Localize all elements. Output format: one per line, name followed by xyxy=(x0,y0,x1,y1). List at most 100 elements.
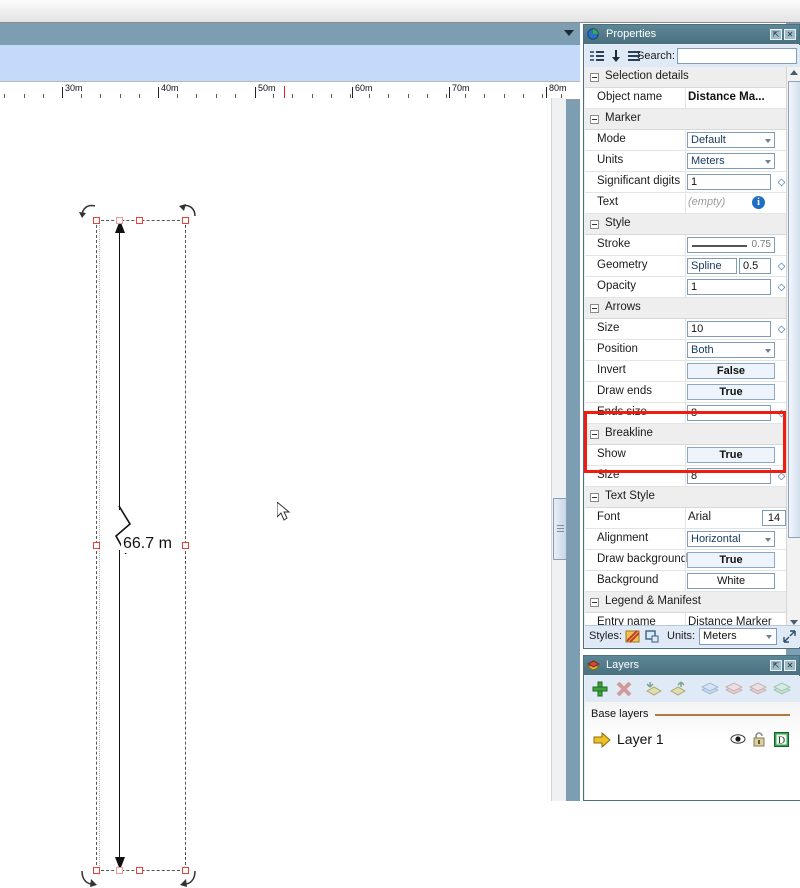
collapse-expander-icon[interactable] xyxy=(590,115,599,124)
property-value-cell[interactable]: 8 ◇ xyxy=(686,403,787,423)
property-value-cell[interactable]: Meters xyxy=(686,151,787,171)
distance-marker-object[interactable]: 66.7 m xyxy=(0,98,566,887)
units-select[interactable]: Meters xyxy=(699,628,777,645)
property-secondary-input[interactable]: 0.5 xyxy=(739,258,771,274)
properties-panel-titlebar[interactable]: Properties ⇱ ✕ xyxy=(584,25,799,44)
property-value-cell[interactable]: Distance Ma... xyxy=(686,88,787,108)
property-input[interactable]: 8 xyxy=(687,468,771,484)
property-value-cell[interactable]: 1 ◇ xyxy=(686,172,787,192)
merge-layer-icon[interactable] xyxy=(773,682,791,696)
chevron-down-icon[interactable] xyxy=(765,538,771,542)
properties-scrollbar-thumb[interactable] xyxy=(788,81,800,538)
move-layer-down-icon[interactable] xyxy=(645,680,663,698)
properties-grid[interactable]: Selection details Object name Distance Ma.… xyxy=(585,67,800,628)
drawing-canvas[interactable]: 66.7 m xyxy=(0,98,566,887)
rotate-handle-bottom-right[interactable] xyxy=(178,868,198,888)
property-input[interactable]: 1 xyxy=(687,279,771,295)
property-input[interactable]: 1 xyxy=(687,174,771,190)
list-item[interactable]: Layer 1 D xyxy=(585,728,800,752)
property-value-cell[interactable]: True xyxy=(686,550,787,570)
property-value-cell[interactable]: Default xyxy=(686,130,787,150)
property-input[interactable]: 8 xyxy=(687,405,771,421)
property-select[interactable]: Spline xyxy=(687,258,737,274)
property-toggle-button[interactable]: True xyxy=(687,447,775,463)
search-input[interactable] xyxy=(677,48,797,64)
layers-float-button[interactable]: ⇱ xyxy=(770,660,782,671)
layers-close-button[interactable]: ✕ xyxy=(784,660,796,671)
property-select[interactable]: Meters xyxy=(687,153,775,169)
chevron-down-icon[interactable] xyxy=(564,30,574,36)
canvas-vertical-scrollbar[interactable] xyxy=(551,98,567,801)
spinner-icon[interactable]: ◇ xyxy=(777,407,786,420)
property-value-cell[interactable]: True xyxy=(686,382,787,402)
property-value-cell[interactable]: True xyxy=(686,445,787,465)
duplicate-layer-icon[interactable] xyxy=(749,682,767,696)
property-group-marker[interactable]: Marker xyxy=(585,109,787,130)
properties-float-button[interactable]: ⇱ xyxy=(770,29,782,40)
info-icon[interactable]: i xyxy=(752,196,765,209)
spinner-icon[interactable]: ◇ xyxy=(777,470,786,483)
raise-layer-icon[interactable] xyxy=(701,682,719,696)
collapse-expander-icon[interactable] xyxy=(590,430,599,439)
canvas-scrollbar-thumb[interactable] xyxy=(553,498,567,560)
move-layer-up-icon[interactable] xyxy=(669,680,687,698)
font-size-input[interactable]: 14 xyxy=(762,510,786,526)
layers-list[interactable]: Base layers Layer 1 D xyxy=(585,702,800,800)
categorize-icon[interactable] xyxy=(590,50,604,62)
property-value-cell[interactable]: Arial 14 xyxy=(686,508,787,528)
property-value-cell[interactable]: Horizontal xyxy=(686,529,787,549)
chevron-down-icon[interactable] xyxy=(765,160,771,164)
property-select[interactable]: Horizontal xyxy=(687,531,775,547)
resize-handle-bottom-mid[interactable] xyxy=(136,867,143,874)
styles-swatch-icon[interactable] xyxy=(625,629,640,644)
collapse-expander-icon[interactable] xyxy=(590,220,599,229)
property-toggle-button[interactable]: False xyxy=(687,363,775,379)
application-toolbar[interactable] xyxy=(0,0,800,23)
property-color-button[interactable]: White xyxy=(687,573,775,589)
collapse-expander-icon[interactable] xyxy=(590,73,599,82)
property-value-cell[interactable]: Both xyxy=(686,340,787,360)
rotate-handle-top-right[interactable] xyxy=(178,202,198,222)
current-layer-arrow-icon[interactable] xyxy=(593,732,611,748)
property-value-cell[interactable]: 8 ◇ xyxy=(686,466,787,486)
collapse-expander-icon[interactable] xyxy=(590,493,599,502)
property-toggle-button[interactable]: True xyxy=(687,552,775,568)
property-value[interactable]: Arial xyxy=(688,511,711,523)
scroll-up-arrow-icon[interactable] xyxy=(790,70,798,75)
property-toggle-button[interactable]: True xyxy=(687,384,775,400)
property-value-cell[interactable]: 1 ◇ xyxy=(686,277,787,297)
resize-handle-top-mid[interactable] xyxy=(136,217,143,224)
property-group-text-style[interactable]: Text Style xyxy=(585,487,787,508)
property-value-cell[interactable]: (empty) i xyxy=(686,193,787,213)
rotate-handle-bottom-left[interactable] xyxy=(79,868,99,888)
property-group-selection-details[interactable]: Selection details xyxy=(585,67,787,88)
eye-icon[interactable] xyxy=(730,733,746,745)
chevron-down-icon[interactable] xyxy=(765,349,771,353)
collapse-expander-icon[interactable] xyxy=(590,304,599,313)
resize-handle-middle-right[interactable] xyxy=(182,542,189,549)
stroke-preview[interactable]: 0.75 xyxy=(687,237,775,253)
chevron-down-icon[interactable] xyxy=(765,139,771,143)
property-input[interactable]: 10 xyxy=(687,321,771,337)
property-group-arrows[interactable]: Arrows xyxy=(585,298,787,319)
spinner-icon[interactable]: ◇ xyxy=(777,176,786,189)
collapse-expander-icon[interactable] xyxy=(590,598,599,607)
property-group-legend-manifest[interactable]: Legend & Manifest xyxy=(585,592,787,613)
properties-grid-scrollbar[interactable] xyxy=(786,67,800,628)
copy-style-icon[interactable] xyxy=(645,629,660,644)
unlocked-padlock-icon[interactable] xyxy=(752,732,766,747)
lower-layer-icon[interactable] xyxy=(725,682,743,696)
sort-descending-icon[interactable] xyxy=(609,50,623,62)
property-value-cell[interactable]: White xyxy=(686,571,787,591)
rotate-handle-top-left[interactable] xyxy=(79,202,99,222)
spinner-icon[interactable]: ◇ xyxy=(777,281,786,294)
add-layer-icon[interactable] xyxy=(591,680,609,698)
property-group-breakline[interactable]: Breakline xyxy=(585,424,787,445)
expand-arrows-icon[interactable] xyxy=(782,629,797,644)
spinner-icon[interactable]: ◇ xyxy=(777,323,786,336)
resize-handle-top-center[interactable] xyxy=(116,217,123,224)
chevron-down-icon[interactable] xyxy=(766,635,772,639)
properties-close-button[interactable]: ✕ xyxy=(784,29,796,40)
property-select[interactable]: Default xyxy=(687,132,775,148)
property-value-cell[interactable]: 0.75 xyxy=(686,235,787,255)
